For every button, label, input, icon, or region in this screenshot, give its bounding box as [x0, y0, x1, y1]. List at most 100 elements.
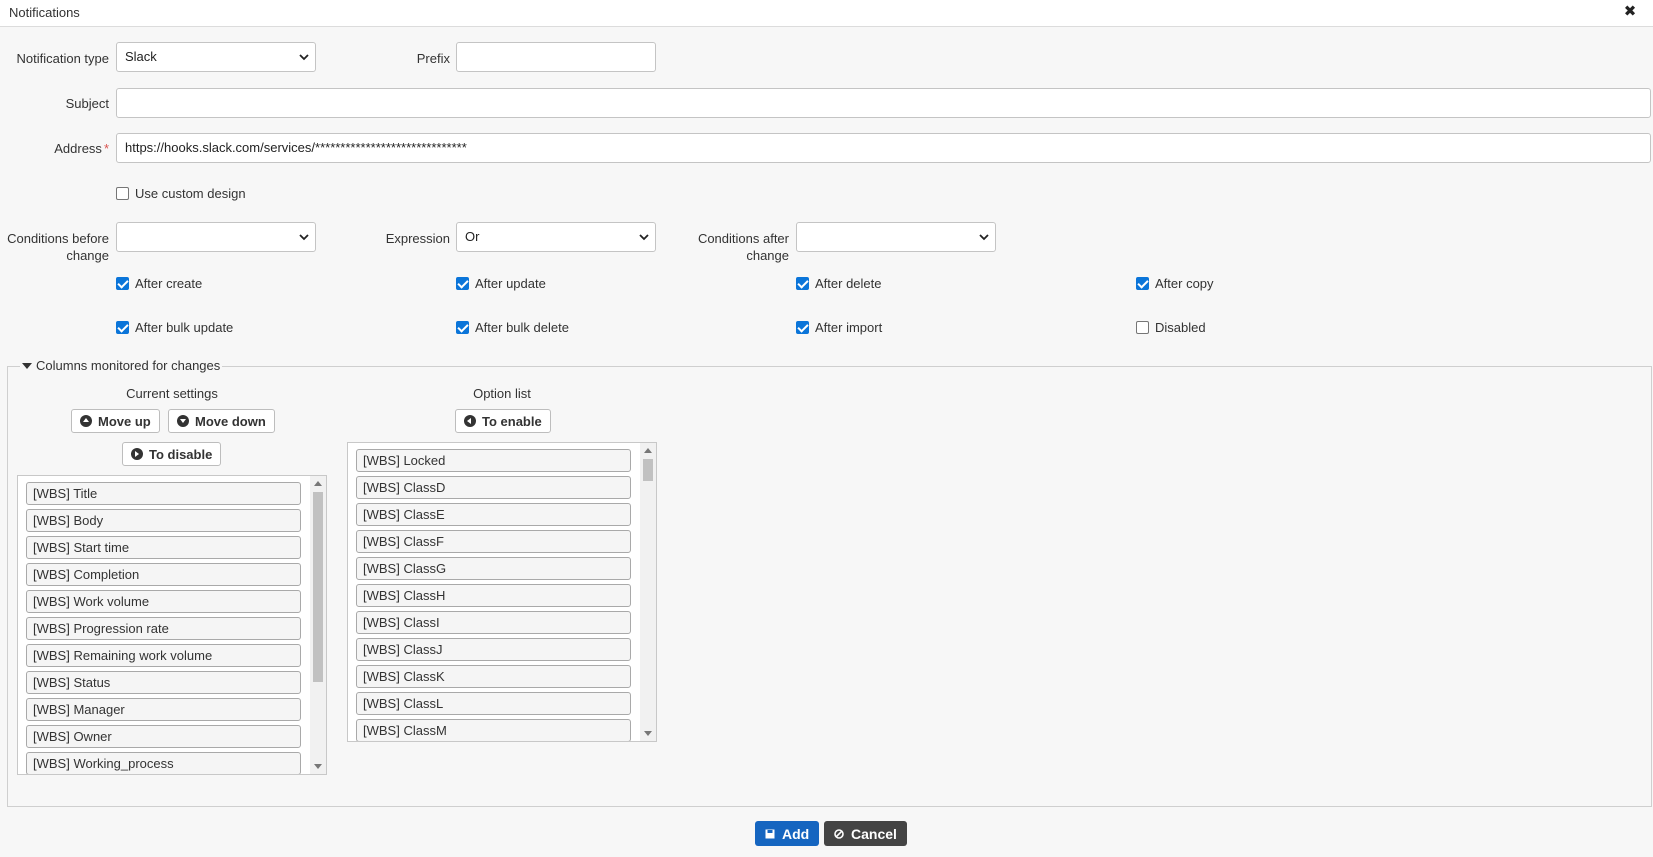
after-bulk-delete-checkbox[interactable]: After bulk delete	[456, 320, 569, 335]
list-item[interactable]: [WBS] Title	[26, 482, 301, 505]
list-item[interactable]: [WBS] Body	[26, 509, 301, 532]
disabled-box[interactable]	[1136, 321, 1149, 334]
option-list-caption: Option list	[473, 386, 531, 401]
option-list-scrollbar[interactable]	[640, 443, 656, 741]
arrow-up-circle-icon	[80, 415, 92, 427]
after-import-checkbox[interactable]: After import	[796, 320, 882, 335]
close-icon[interactable]: ✖	[1621, 3, 1639, 21]
scroll-up-arrow-icon[interactable]	[644, 448, 652, 453]
list-item[interactable]: [WBS] ClassE	[356, 503, 631, 526]
subject-label: Subject	[65, 96, 109, 111]
list-item[interactable]: [WBS] Locked	[356, 449, 631, 472]
list-item[interactable]: [WBS] Completion	[26, 563, 301, 586]
ban-icon	[834, 828, 844, 839]
add-label: Add	[782, 825, 810, 842]
move-up-button[interactable]: Move up	[71, 409, 160, 433]
list-item[interactable]: [WBS] ClassD	[356, 476, 631, 499]
current-settings-scrollbar[interactable]	[310, 476, 326, 774]
notification-type-label: Notification type	[16, 51, 110, 66]
option-list-items: [WBS] Locked [WBS] ClassD [WBS] ClassE [WBS…	[356, 449, 631, 741]
list-item[interactable]: [WBS] ClassG	[356, 557, 631, 580]
prefix-input[interactable]	[456, 42, 656, 72]
conditions-after-select[interactable]	[796, 222, 996, 252]
list-item[interactable]: [WBS] Progression rate	[26, 617, 301, 640]
after-bulk-delete-box[interactable]	[456, 321, 469, 334]
after-copy-box[interactable]	[1136, 277, 1149, 290]
conditions-after-label: Conditions after change	[680, 230, 789, 264]
list-item[interactable]: [WBS] Remaining work volume	[26, 644, 301, 667]
current-settings-caption: Current settings	[126, 386, 218, 401]
list-item[interactable]: [WBS] Working_process	[26, 752, 301, 774]
conditions-before-select[interactable]	[116, 222, 316, 252]
current-settings-items: [WBS] Title [WBS] Body [WBS] Start time [WB…	[26, 482, 301, 774]
after-create-checkbox[interactable]: After create	[116, 276, 202, 291]
to-enable-label: To enable	[482, 413, 542, 429]
list-item[interactable]: [WBS] ClassL	[356, 692, 631, 715]
after-update-checkbox[interactable]: After update	[456, 276, 546, 291]
scroll-down-arrow-icon[interactable]	[314, 764, 322, 769]
after-copy-checkbox[interactable]: After copy	[1136, 276, 1214, 291]
conditions-after-label-line2: change	[746, 248, 789, 263]
dialog-titlebar: Notifications ✖	[0, 0, 1653, 27]
move-up-label: Move up	[98, 413, 151, 429]
chevron-down-icon	[639, 234, 649, 241]
add-button[interactable]: Add	[755, 821, 820, 846]
after-update-label: After update	[475, 276, 546, 291]
dialog-title: Notifications	[9, 5, 80, 20]
to-enable-button[interactable]: To enable	[455, 409, 551, 433]
list-item[interactable]: [WBS] Manager	[26, 698, 301, 721]
scroll-up-arrow-icon[interactable]	[314, 481, 322, 486]
after-bulk-update-label: After bulk update	[135, 320, 234, 335]
list-item[interactable]: [WBS] Start time	[26, 536, 301, 559]
list-item[interactable]: [WBS] Status	[26, 671, 301, 694]
option-list[interactable]: [WBS] Locked [WBS] ClassD [WBS] ClassE [WBS…	[347, 442, 657, 742]
list-item[interactable]: [WBS] Work volume	[26, 590, 301, 613]
after-import-label: After import	[815, 320, 883, 335]
after-update-box[interactable]	[456, 277, 469, 290]
after-delete-box[interactable]	[796, 277, 809, 290]
list-item[interactable]: [WBS] Owner	[26, 725, 301, 748]
expression-label: Expression	[385, 231, 450, 246]
list-item[interactable]: [WBS] ClassK	[356, 665, 631, 688]
scroll-thumb[interactable]	[643, 459, 653, 481]
address-input[interactable]: https://hooks.slack.com/services/*******…	[116, 133, 1651, 163]
scroll-down-arrow-icon[interactable]	[644, 731, 652, 736]
after-create-label: After create	[135, 276, 203, 291]
arrow-right-circle-icon	[131, 448, 143, 460]
chevron-down-icon	[979, 234, 989, 241]
conditions-after-label-line1: Conditions after	[697, 231, 789, 246]
scroll-thumb[interactable]	[313, 492, 323, 682]
custom-design-label: Use custom design	[135, 186, 246, 201]
list-item[interactable]: [WBS] ClassI	[356, 611, 631, 634]
list-item[interactable]: [WBS] ClassJ	[356, 638, 631, 661]
list-item[interactable]: [WBS] ClassH	[356, 584, 631, 607]
expression-select[interactable]: Or	[456, 222, 656, 252]
current-settings-list[interactable]: [WBS] Title [WBS] Body [WBS] Start time [WB…	[17, 475, 327, 775]
cancel-button[interactable]: Cancel	[824, 821, 907, 846]
arrow-left-circle-icon	[464, 415, 476, 427]
chevron-down-icon	[299, 54, 309, 61]
after-bulk-delete-label: After bulk delete	[475, 320, 569, 335]
caret-down-icon	[22, 362, 32, 369]
to-disable-button[interactable]: To disable	[122, 442, 222, 466]
list-item[interactable]: [WBS] ClassM	[356, 719, 631, 741]
after-import-box[interactable]	[796, 321, 809, 334]
required-marker: *	[103, 141, 109, 156]
columns-legend[interactable]: Columns monitored for changes	[20, 358, 223, 373]
to-disable-label: To disable	[149, 446, 213, 462]
arrow-down-circle-icon	[177, 415, 189, 427]
conditions-before-label: Conditions before change	[0, 230, 109, 264]
after-create-box[interactable]	[116, 277, 129, 290]
after-bulk-update-checkbox[interactable]: After bulk update	[116, 320, 233, 335]
conditions-before-label-line1: Conditions before	[7, 231, 109, 246]
list-item[interactable]: [WBS] ClassF	[356, 530, 631, 553]
after-bulk-update-box[interactable]	[116, 321, 129, 334]
after-copy-label: After copy	[1155, 276, 1214, 291]
disabled-checkbox[interactable]: Disabled	[1136, 320, 1206, 335]
notification-type-select[interactable]: Slack	[116, 42, 316, 72]
subject-input[interactable]	[116, 88, 1651, 118]
after-delete-checkbox[interactable]: After delete	[796, 276, 882, 291]
move-down-button[interactable]: Move down	[168, 409, 275, 433]
custom-design-checkbox[interactable]: Use custom design	[116, 186, 246, 201]
custom-design-checkbox-box[interactable]	[116, 187, 129, 200]
